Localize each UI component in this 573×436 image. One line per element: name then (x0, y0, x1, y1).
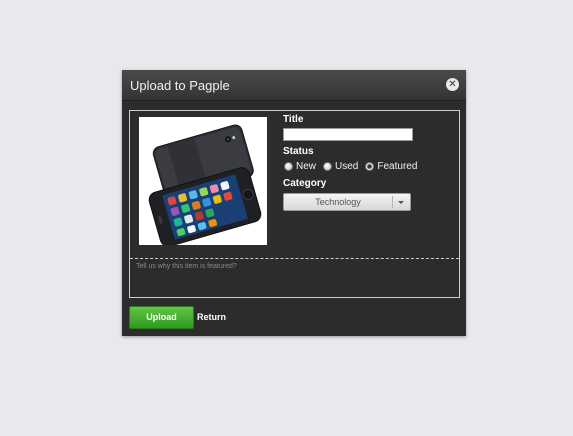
status-radio-featured[interactable] (365, 161, 375, 171)
status-option-featured-label: Featured (377, 160, 418, 172)
category-select[interactable]: Technology (283, 193, 411, 211)
close-icon[interactable]: ✕ (446, 78, 459, 91)
status-label: Status (283, 146, 314, 157)
chevron-down-icon[interactable] (398, 201, 404, 204)
category-selected-value: Technology (315, 197, 361, 207)
title-label: Title (283, 114, 304, 125)
form-panel: Title Status New Used Featured Category … (129, 110, 460, 298)
iphone-image-icon (148, 124, 262, 247)
title-input[interactable] (283, 128, 413, 141)
status-option-used-label: Used (335, 160, 359, 172)
upload-dialog: Upload to Pagple ✕ Title Status New Used… (122, 70, 466, 336)
dialog-title: Upload to Pagple (130, 78, 230, 93)
product-image (139, 117, 267, 247)
dialog-header: Upload to Pagple ✕ (122, 70, 466, 101)
select-divider (392, 196, 393, 208)
featured-reason-field[interactable] (134, 261, 458, 295)
upload-button[interactable]: Upload (129, 306, 194, 329)
status-radio-used[interactable] (323, 161, 333, 171)
status-option-new-label: New (296, 160, 317, 172)
status-radio-new[interactable] (284, 161, 293, 171)
status-radio-group: New Used Featured (284, 160, 424, 172)
dashed-divider (130, 258, 459, 259)
category-label: Category (283, 178, 327, 189)
return-link[interactable]: Return (197, 312, 226, 322)
